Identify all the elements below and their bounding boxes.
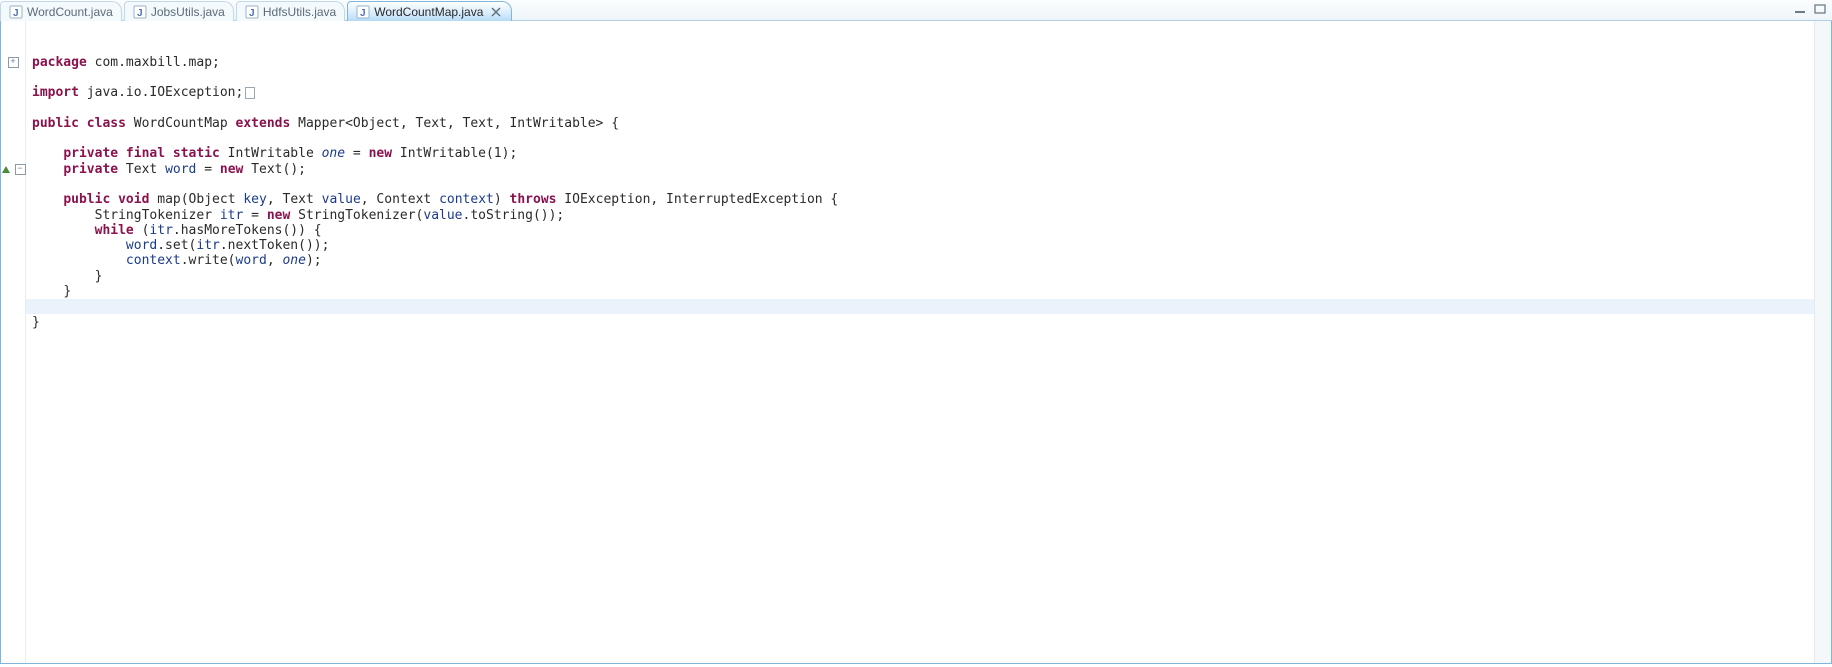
code-token: word xyxy=(165,162,196,177)
collapsed-indicator-icon xyxy=(245,87,255,99)
java-file-icon: J xyxy=(245,5,259,19)
svg-text:J: J xyxy=(249,8,255,19)
code-token: com.maxbill.map; xyxy=(87,55,220,70)
java-file-icon: J xyxy=(356,5,370,19)
code-token: StringTokenizer( xyxy=(290,208,423,223)
editor-tab-bar: J WordCount.java J JobsUtils.java J Hdfs… xyxy=(0,0,1832,21)
tab-wordcount[interactable]: J WordCount.java xyxy=(0,1,122,21)
code-token: } xyxy=(32,315,40,330)
maximize-icon[interactable] xyxy=(1812,2,1828,16)
code-token: WordCountMap xyxy=(126,116,236,131)
tab-label: HdfsUtils.java xyxy=(263,5,336,19)
code-token: Mapper<Object, Text, Text, IntWritable> … xyxy=(290,116,619,131)
code-area[interactable]: package com.maxbill.map; import java.io.… xyxy=(26,21,1814,663)
code-token: context xyxy=(439,192,494,207)
code-token: key xyxy=(243,192,266,207)
code-token: private xyxy=(63,162,118,177)
minimize-icon[interactable] xyxy=(1792,2,1808,16)
code-token: .set( xyxy=(157,238,196,253)
close-icon[interactable] xyxy=(489,5,503,19)
tab-label: JobsUtils.java xyxy=(151,5,225,19)
code-token: ); xyxy=(306,253,322,268)
code-token: class xyxy=(87,116,126,131)
code-token: import xyxy=(32,85,79,100)
tab-jobsutils[interactable]: J JobsUtils.java xyxy=(124,1,234,21)
code-token: } xyxy=(63,284,71,299)
code-token: context xyxy=(126,253,181,268)
code-editor[interactable]: + − package com.maxbill.map; import java… xyxy=(0,21,1832,664)
code-token: value xyxy=(423,208,462,223)
gutter: + − xyxy=(1,21,26,663)
svg-text:J: J xyxy=(360,8,366,19)
code-token: .nextToken()); xyxy=(220,238,330,253)
code-token: itr xyxy=(220,208,243,223)
code-token: void xyxy=(118,192,149,207)
code-token: IntWritable xyxy=(220,146,322,161)
tab-label: WordCountMap.java xyxy=(374,5,483,19)
fold-collapse-icon[interactable]: − xyxy=(15,164,26,175)
code-token: , Context xyxy=(361,192,439,207)
code-token: .toString()); xyxy=(463,208,565,223)
code-token: (Object xyxy=(181,192,244,207)
code-token: .hasMoreTokens()) { xyxy=(173,223,322,238)
code-token: new xyxy=(220,162,243,177)
code-token: public xyxy=(63,192,110,207)
tab-wordcountmap[interactable]: J WordCountMap.java xyxy=(347,1,512,21)
code-token: java.io.IOException; xyxy=(79,85,243,100)
code-token: throws xyxy=(510,192,557,207)
tab-label: WordCount.java xyxy=(27,5,113,19)
code-token: StringTokenizer xyxy=(95,208,220,223)
code-token: one xyxy=(322,146,345,161)
code-token: word xyxy=(126,238,157,253)
code-token: } xyxy=(95,269,103,284)
code-token: ( xyxy=(134,223,150,238)
code-token: extends xyxy=(236,116,291,131)
code-token: = xyxy=(345,146,368,161)
code-token: map xyxy=(149,192,180,207)
svg-text:J: J xyxy=(13,8,19,19)
code-token: private final static xyxy=(63,146,220,161)
code-token: package xyxy=(32,55,87,70)
code-token: , Text xyxy=(267,192,322,207)
code-token: new xyxy=(267,208,290,223)
java-file-icon: J xyxy=(133,5,147,19)
code-token: , xyxy=(267,253,283,268)
code-token: ) xyxy=(494,192,510,207)
tab-hdfsutils[interactable]: J HdfsUtils.java xyxy=(236,1,345,21)
code-token: IOException, InterruptedException { xyxy=(556,192,838,207)
code-token: public xyxy=(32,116,79,131)
code-token: Text(); xyxy=(243,162,306,177)
code-token: value xyxy=(322,192,361,207)
window-controls xyxy=(1792,2,1828,16)
code-token: Text xyxy=(118,162,165,177)
fold-expand-icon[interactable]: + xyxy=(8,57,19,68)
svg-text:J: J xyxy=(137,8,143,19)
code-token: = xyxy=(243,208,266,223)
code-token: one xyxy=(282,253,305,268)
code-token: itr xyxy=(149,223,172,238)
code-token: new xyxy=(369,146,392,161)
code-token: word xyxy=(236,253,267,268)
vertical-scrollbar[interactable] xyxy=(1814,21,1831,663)
code-token: while xyxy=(95,223,134,238)
code-token: itr xyxy=(196,238,219,253)
code-token: .write( xyxy=(181,253,236,268)
java-file-icon: J xyxy=(9,5,23,19)
code-token: IntWritable(1); xyxy=(392,146,517,161)
code-token: = xyxy=(196,162,219,177)
